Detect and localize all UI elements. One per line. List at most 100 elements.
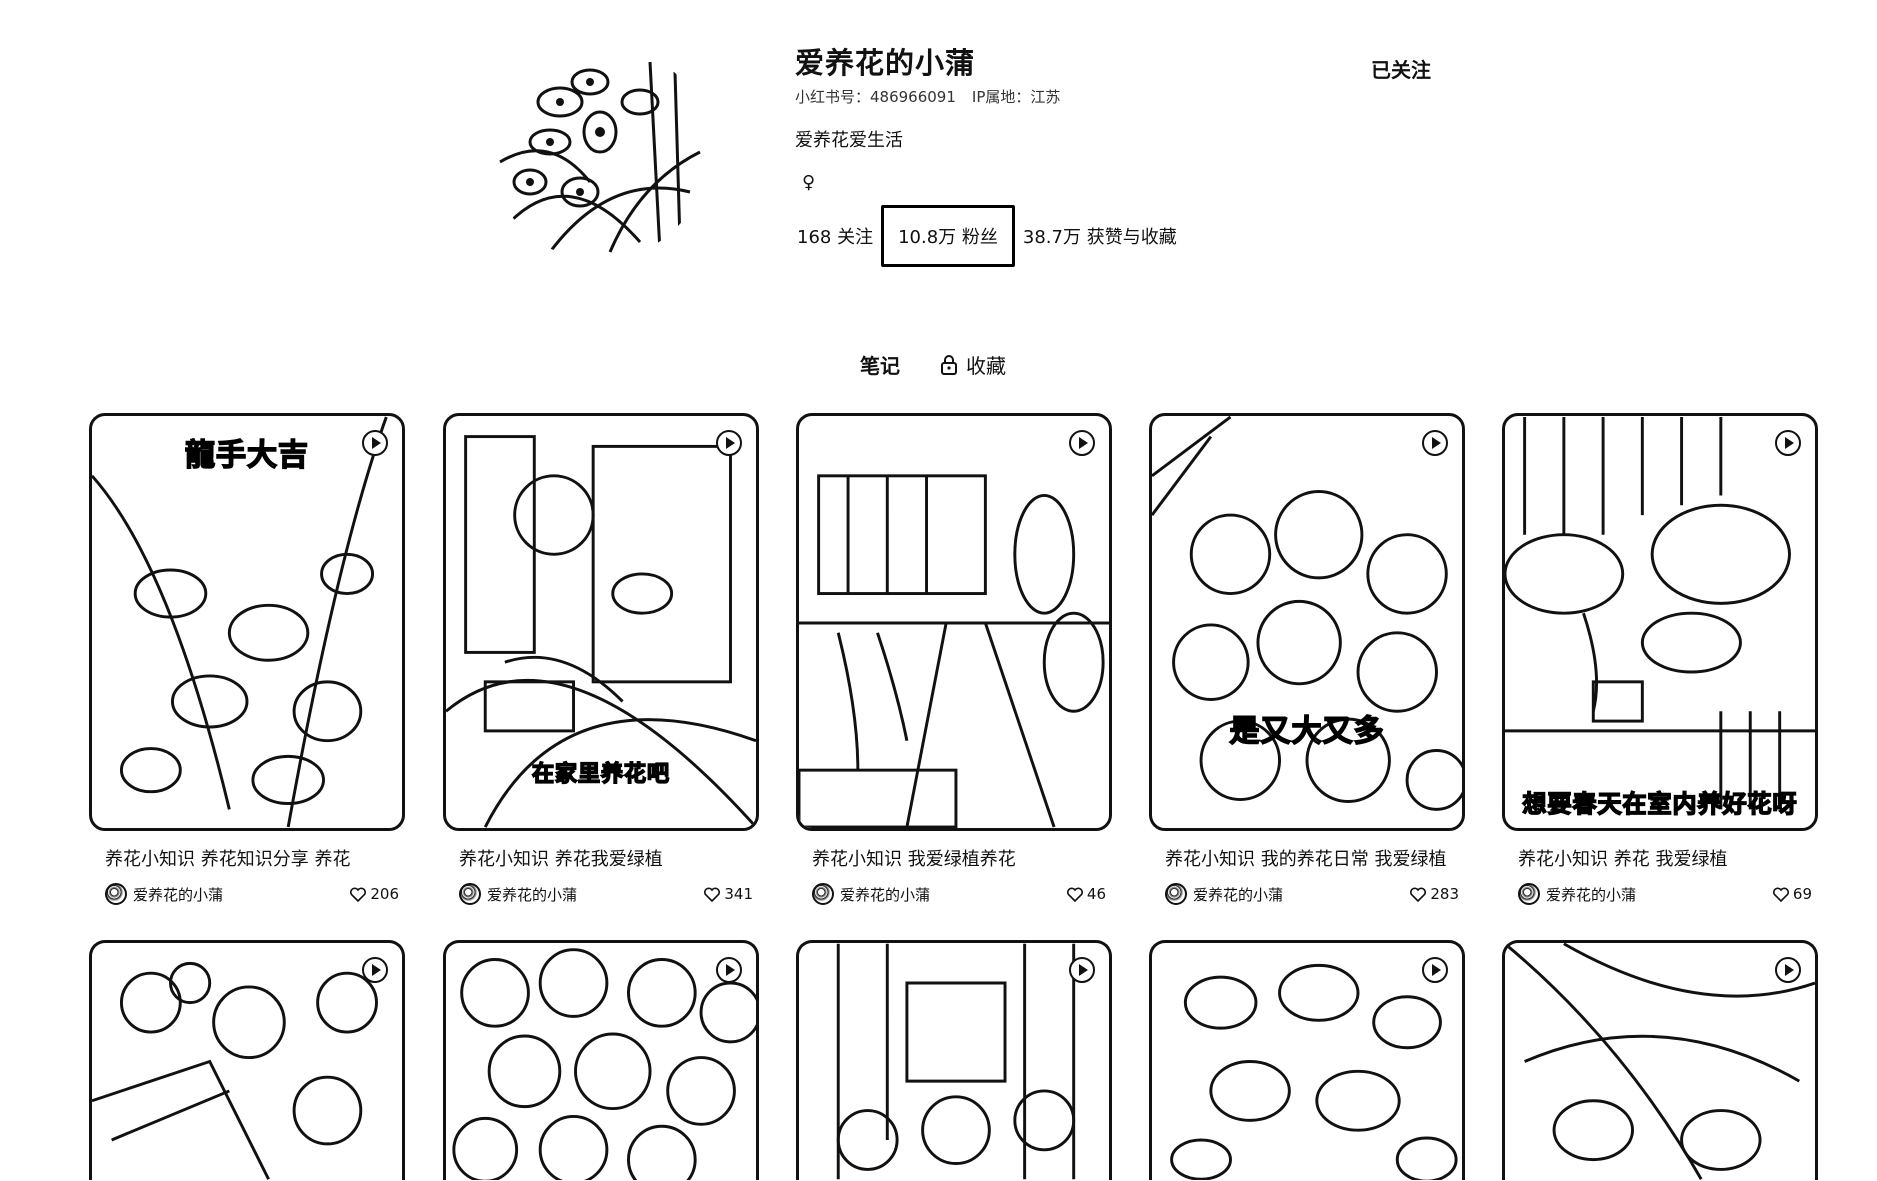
note-title[interactable]: 养花小知识 养花我爱绿植 — [459, 845, 759, 871]
orchid-leaves-image — [1505, 943, 1815, 1180]
heart-icon — [350, 887, 367, 902]
like-button[interactable]: 341 — [704, 885, 753, 903]
note-footer: 爱养花的小蒲 283 — [1165, 883, 1459, 905]
video-play-icon — [1775, 430, 1801, 456]
note-author[interactable]: 爱养花的小蒲 — [812, 883, 930, 905]
tab-collections-label: 收藏 — [966, 354, 1006, 378]
red-id: 小红书号：486966091 — [795, 88, 956, 106]
video-play-icon — [362, 957, 388, 983]
heart-icon — [1772, 887, 1789, 902]
video-play-icon — [1775, 957, 1801, 983]
cover-caption: 想要春天在室内养好花呀 — [1522, 789, 1798, 819]
followers-count[interactable]: 10.8万 粉丝 — [881, 205, 1015, 267]
note-title[interactable]: 养花小知识 我爱绿植养花 — [812, 845, 1112, 871]
note-card[interactable] — [1149, 940, 1465, 1180]
profile-stats: 168 关注 10.8万 粉丝 38.7万 获赞与收藏 — [795, 205, 1179, 267]
followed-button[interactable]: 已关注 — [1358, 50, 1444, 86]
video-play-icon — [716, 430, 742, 456]
video-play-icon — [1422, 430, 1448, 456]
note-footer: 爱养花的小蒲 69 — [1518, 883, 1812, 905]
profile-meta: 小红书号：486966091 IP属地：江苏 — [795, 86, 1060, 107]
like-button[interactable]: 46 — [1066, 885, 1106, 903]
author-name: 爱养花的小蒲 — [1193, 885, 1284, 904]
note-card[interactable] — [443, 940, 759, 1180]
note-author[interactable]: 爱养花的小蒲 — [459, 883, 577, 905]
note-footer: 爱养花的小蒲 46 — [812, 883, 1106, 905]
note-cover[interactable] — [1149, 940, 1465, 1180]
profile-tabs: 笔记 收藏 — [860, 350, 1006, 379]
note-cover[interactable] — [796, 940, 1112, 1180]
heart-icon — [1410, 887, 1427, 902]
like-count: 283 — [1430, 885, 1459, 903]
note-card[interactable]: 想要春天在室内养好花呀 养花小知识 养花 我爱绿植 爱养花的小蒲 69 — [1502, 413, 1818, 905]
profile-avatar — [490, 42, 708, 260]
note-card[interactable]: 是又大又多 养花小知识 我的养花日常 我爱绿植 爱养花的小蒲 283 — [1149, 413, 1465, 905]
author-name: 爱养花的小蒲 — [487, 885, 578, 904]
author-name: 爱养花的小蒲 — [133, 885, 224, 904]
video-play-icon — [716, 957, 742, 983]
foliage-image — [92, 961, 378, 1180]
author-avatar — [105, 883, 127, 905]
cover-caption: 龍手大吉 — [184, 437, 309, 474]
video-play-icon — [1069, 957, 1095, 983]
likes-collects-count[interactable]: 38.7万 获赞与收藏 — [1021, 206, 1179, 266]
cover-caption: 是又大又多 — [1229, 713, 1385, 750]
video-play-icon — [1422, 957, 1448, 983]
heart-icon — [704, 887, 721, 902]
author-name: 爱养花的小蒲 — [1546, 885, 1637, 904]
author-avatar — [1165, 883, 1187, 905]
note-author[interactable]: 爱养花的小蒲 — [105, 883, 223, 905]
author-avatar — [1518, 883, 1540, 905]
profile-bio: 爱养花爱生活 — [795, 130, 903, 151]
flower-scene-image — [92, 416, 388, 828]
note-footer: 爱养花的小蒲 206 — [105, 883, 399, 905]
bonsai-image — [1505, 416, 1815, 810]
following-count[interactable]: 168 关注 — [795, 206, 875, 266]
cover-caption: 在家里养花吧 — [531, 761, 670, 788]
like-count: 341 — [724, 885, 753, 903]
note-author[interactable]: 爱养花的小蒲 — [1165, 883, 1283, 905]
note-cover[interactable] — [1502, 940, 1818, 1180]
note-cover[interactable] — [796, 413, 1112, 831]
like-button[interactable]: 206 — [350, 885, 399, 903]
tab-notes[interactable]: 笔记 — [860, 350, 900, 379]
tab-notes-label: 笔记 — [860, 354, 900, 378]
note-card[interactable]: 在家里养花吧 养花小知识 养花我爱绿植 爱养花的小蒲 341 — [443, 413, 759, 905]
note-card[interactable] — [1502, 940, 1818, 1180]
note-cover[interactable]: 在家里养花吧 — [443, 413, 759, 831]
note-title[interactable]: 养花小知识 养花 我爱绿植 — [1518, 845, 1818, 871]
note-cover[interactable] — [443, 940, 759, 1180]
note-card[interactable] — [796, 940, 1112, 1180]
note-cover[interactable]: 龍手大吉 — [89, 413, 405, 831]
note-footer: 爱养花的小蒲 341 — [459, 883, 753, 905]
marigold-image — [452, 948, 756, 1180]
like-count: 206 — [370, 885, 399, 903]
note-card[interactable] — [89, 940, 405, 1180]
ip-location: IP属地：江苏 — [971, 88, 1061, 106]
note-cover[interactable]: 是又大又多 — [1149, 413, 1465, 831]
like-button[interactable]: 283 — [1410, 885, 1459, 903]
profile-name: 爱养花的小蒲 — [795, 46, 976, 80]
orchid-avatar-image — [490, 42, 708, 260]
note-author[interactable]: 爱养花的小蒲 — [1518, 883, 1636, 905]
like-button[interactable]: 69 — [1772, 885, 1812, 903]
note-title[interactable]: 养花小知识 我的养花日常 我爱绿植 — [1165, 845, 1465, 871]
note-cover[interactable] — [89, 940, 405, 1180]
author-name: 爱养花的小蒲 — [840, 885, 931, 904]
lock-icon — [941, 354, 957, 375]
female-icon: ♀ — [802, 172, 816, 193]
note-title[interactable]: 养花小知识 养花知识分享 养花 — [105, 845, 405, 871]
video-play-icon — [362, 430, 388, 456]
like-count: 69 — [1792, 885, 1812, 903]
tab-collections[interactable]: 收藏 — [940, 350, 1006, 379]
author-avatar — [812, 883, 834, 905]
author-avatar — [459, 883, 481, 905]
note-card[interactable]: 龍手大吉 养花小知识 养花知识分享 养花 爱养花的小蒲 206 — [89, 413, 405, 905]
like-count: 46 — [1086, 885, 1106, 903]
garden-room-image — [836, 943, 1076, 1180]
note-cover[interactable]: 想要春天在室内养好花呀 — [1502, 413, 1818, 831]
hydrangea-image — [1152, 416, 1462, 811]
note-card[interactable]: 养花小知识 我爱绿植养花 爱养花的小蒲 46 — [796, 413, 1112, 905]
cyclamen-image — [1170, 963, 1458, 1180]
room-with-plants-image — [799, 474, 1109, 828]
